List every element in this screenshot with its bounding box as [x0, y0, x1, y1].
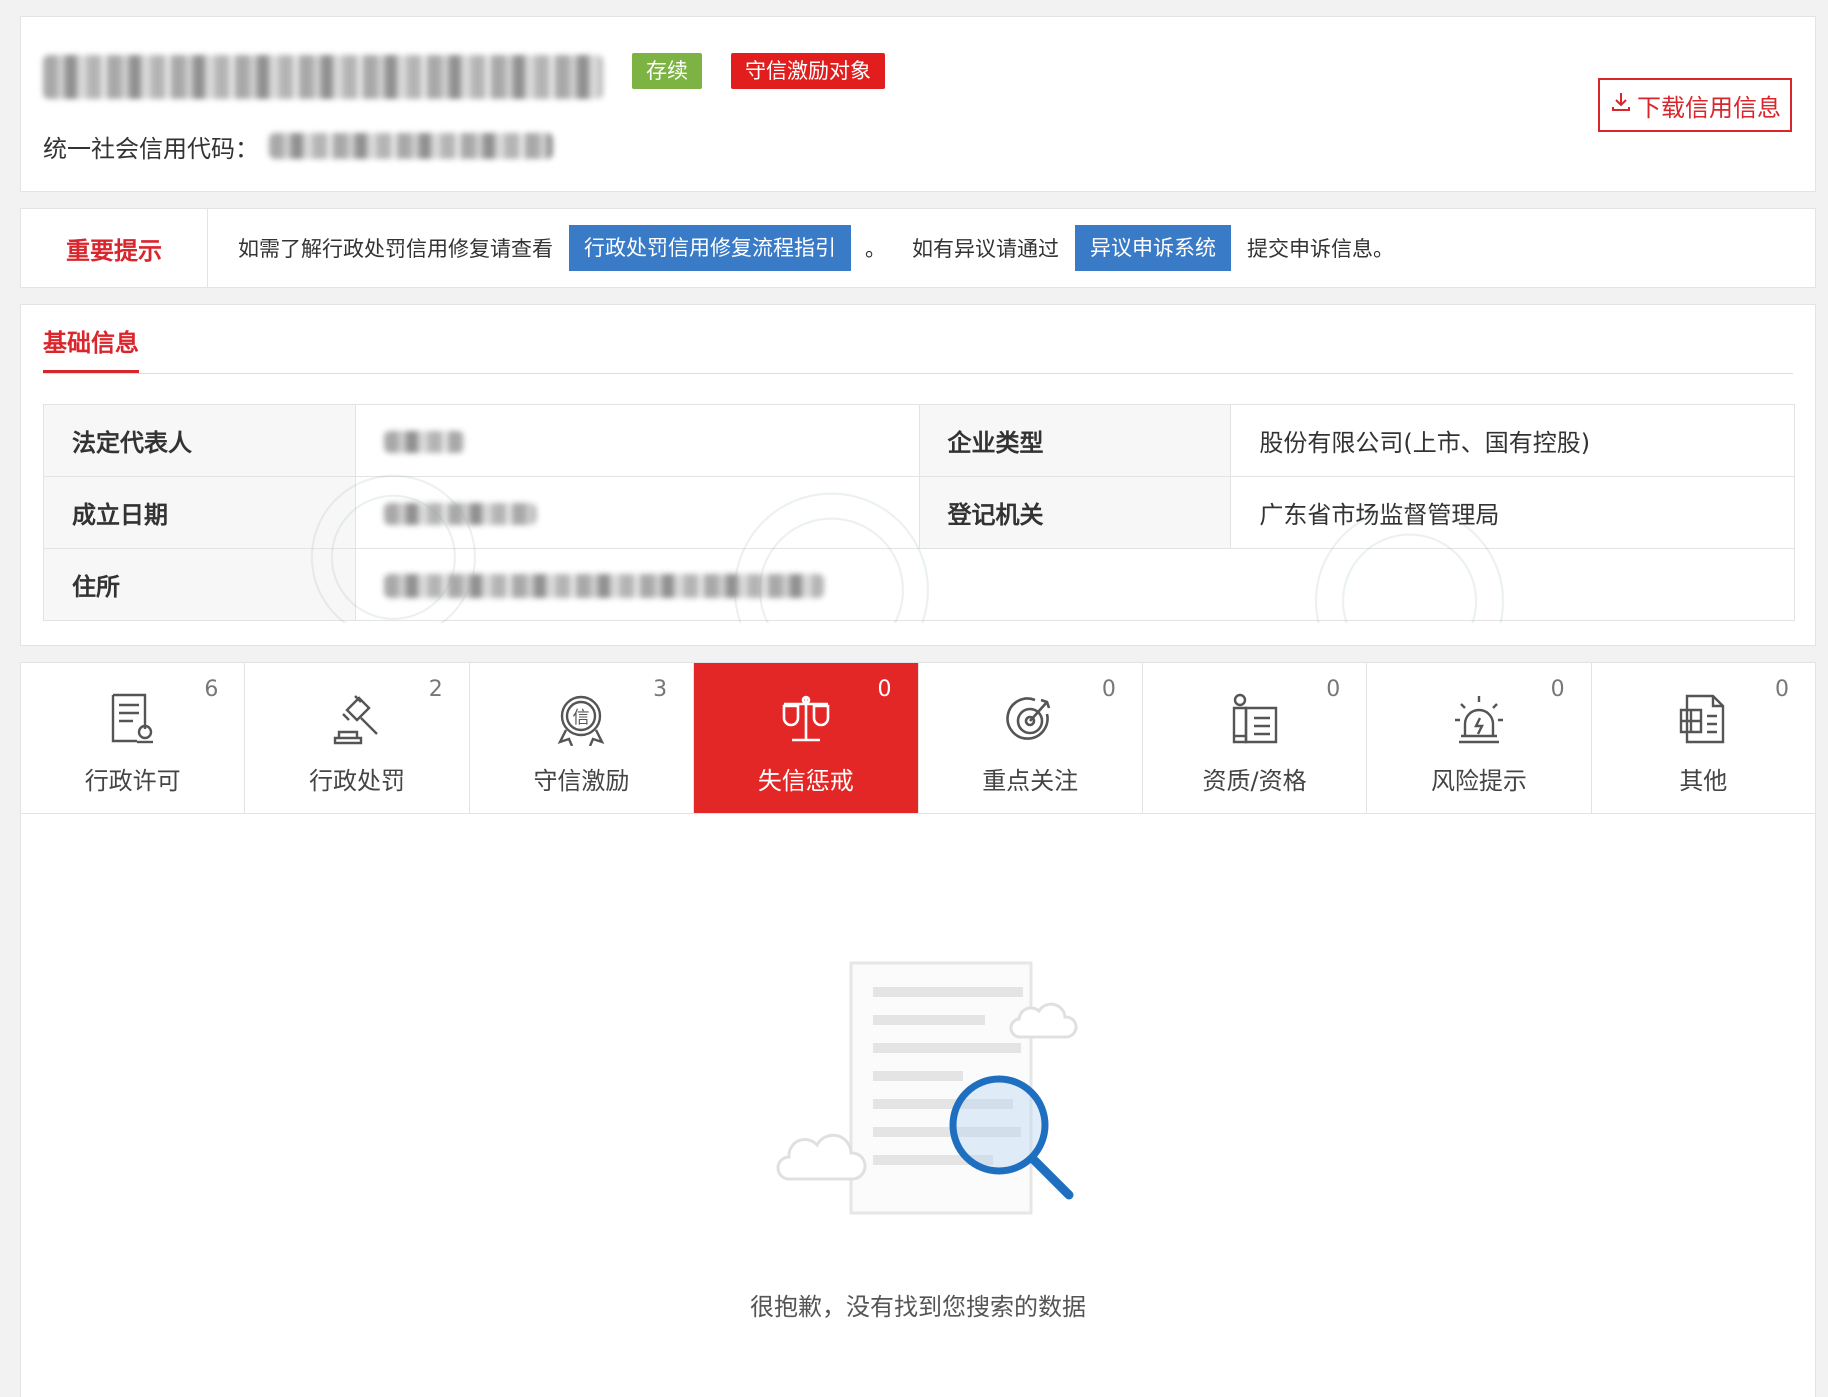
tab-qualification[interactable]: 0 资质/资格 — [1142, 663, 1368, 813]
notice-text-3: 如有异议请通过 — [912, 237, 1059, 261]
tab-label: 资质/资格 — [1202, 767, 1307, 795]
credit-code-redacted — [269, 133, 553, 159]
tab-count: 0 — [1775, 677, 1789, 702]
notice-text-2: 。 — [865, 237, 886, 261]
appeal-system-button[interactable]: 异议申诉系统 — [1075, 225, 1231, 271]
tab-count: 6 — [204, 677, 219, 702]
registration-authority-value: 广东省市场监督管理局 — [1230, 476, 1795, 549]
tab-count: 0 — [1326, 677, 1341, 702]
address-label: 住所 — [43, 548, 356, 621]
basic-info-table: 法定代表人 企业类型 股份有限公司(上市、国有控股) 成立日期 登记机关 广东省… — [43, 404, 1796, 621]
category-tabs: 6 行政许可 2 行政处罚 3 信 守信激励 0 失信惩戒 0 重点关注 0 资… — [21, 663, 1815, 814]
notice-text-1: 如需了解行政处罚信用修复请查看 — [238, 237, 553, 261]
status-badge: 存续 — [632, 53, 702, 89]
tab-admin-permit[interactable]: 6 行政许可 — [21, 663, 246, 813]
founded-date-value — [354, 476, 920, 549]
address-value — [354, 548, 1796, 621]
basic-info-panel: 基础信息 法定代表人 企业类型 股份有限公司(上市、国有控股) 成立日期 登记机… — [20, 304, 1816, 646]
download-icon — [1609, 90, 1633, 120]
tab-basic-info[interactable]: 基础信息 — [43, 323, 139, 373]
company-name-redacted — [43, 55, 603, 99]
company-type-label: 企业类型 — [918, 404, 1232, 477]
download-credit-info-button[interactable]: 下载信用信息 — [1598, 78, 1792, 132]
tab-count: 0 — [1101, 677, 1116, 702]
permit-document-icon — [105, 691, 161, 747]
credit-incentive-badge: 守信激励对象 — [731, 53, 885, 89]
grid-document-icon — [1675, 691, 1731, 747]
notice-text-4: 提交申诉信息。 — [1247, 237, 1394, 261]
legal-rep-label: 法定代表人 — [43, 404, 356, 477]
tab-risk-warning[interactable]: 0 风险提示 — [1367, 663, 1592, 813]
no-data-illustration — [769, 953, 1089, 1237]
tab-label: 风险提示 — [1430, 767, 1527, 795]
credit-code-label: 统一社会信用代码： — [43, 135, 259, 163]
founded-date-label: 成立日期 — [43, 476, 356, 549]
credit-category-panel: 6 行政许可 2 行政处罚 3 信 守信激励 0 失信惩戒 0 重点关注 0 资… — [20, 662, 1816, 1397]
tab-count: 2 — [428, 677, 443, 702]
target-icon — [1002, 691, 1058, 747]
tab-label: 重点关注 — [982, 767, 1079, 795]
tab-label: 失信惩戒 — [757, 767, 854, 795]
tab-count: 0 — [877, 677, 892, 702]
certificate-icon — [1227, 691, 1283, 747]
download-label: 下载信用信息 — [1637, 93, 1781, 122]
table-row: 住所 — [43, 548, 1796, 621]
tab-credit-incentive[interactable]: 3 信 守信激励 — [469, 663, 695, 813]
gavel-icon — [329, 691, 385, 747]
table-row: 成立日期 登记机关 广东省市场监督管理局 — [43, 476, 1795, 549]
tab-other[interactable]: 0 其他 — [1591, 663, 1815, 813]
tab-label: 守信激励 — [533, 767, 630, 795]
alarm-light-icon — [1451, 691, 1507, 747]
credit-badge-icon: 信 — [553, 691, 609, 747]
tab-dishonesty-punishment[interactable]: 0 失信惩戒 — [694, 663, 919, 813]
svg-text:信: 信 — [573, 708, 590, 728]
tab-divider — [43, 373, 1793, 374]
tab-admin-penalty[interactable]: 2 行政处罚 — [245, 663, 470, 813]
company-type-value: 股份有限公司(上市、国有控股) — [1230, 404, 1795, 477]
tab-label: 行政许可 — [84, 767, 181, 795]
scales-icon — [778, 691, 834, 747]
legal-rep-value — [354, 404, 920, 477]
tab-label: 其他 — [1679, 767, 1728, 795]
tab-count: 0 — [1550, 677, 1565, 702]
important-notice-bar: 重要提示 如需了解行政处罚信用修复请查看 行政处罚信用修复流程指引 。 如有异议… — [20, 208, 1816, 288]
empty-state-message: 很抱歉，没有找到您搜索的数据 — [750, 1293, 1086, 1321]
tab-label: 行政处罚 — [309, 767, 406, 795]
notice-title: 重要提示 — [21, 209, 208, 287]
table-row: 法定代表人 企业类型 股份有限公司(上市、国有控股) — [43, 404, 1795, 477]
registration-authority-label: 登记机关 — [918, 476, 1232, 549]
company-header-panel: 存续 守信激励对象 统一社会信用代码： 下载信用信息 — [20, 16, 1816, 192]
tab-key-attention[interactable]: 0 重点关注 — [918, 663, 1143, 813]
tab-count: 3 — [653, 677, 668, 702]
repair-guide-button[interactable]: 行政处罚信用修复流程指引 — [569, 225, 851, 271]
